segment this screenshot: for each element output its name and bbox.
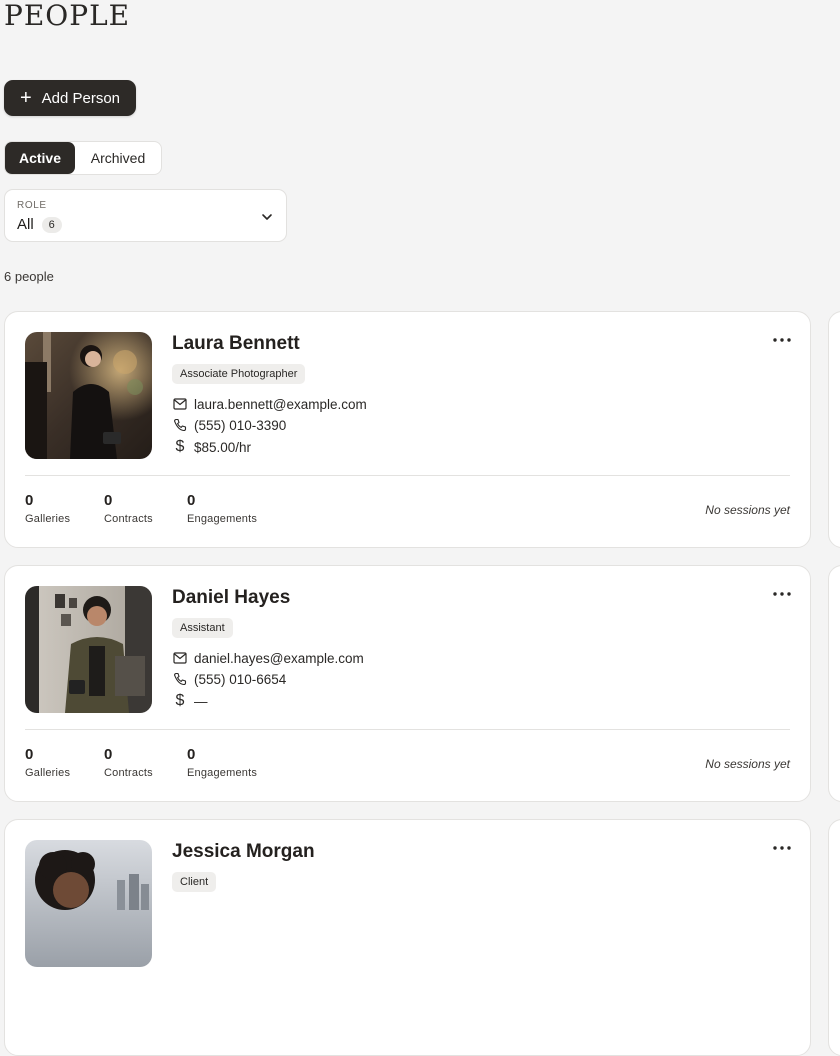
email-row: laura.bennett@example.com: [172, 396, 367, 412]
person-name: Laura Bennett: [172, 333, 300, 354]
mail-icon: [172, 650, 188, 666]
person-card-partial[interactable]: [828, 311, 840, 548]
avatar-photo: [25, 586, 152, 713]
stat-galleries: 0 Galleries: [25, 492, 70, 525]
more-options-icon[interactable]: [772, 584, 792, 604]
email-row: daniel.hayes@example.com: [172, 650, 364, 666]
stat-value: 0: [104, 492, 113, 509]
role-badge: Assistant: [172, 618, 233, 638]
rate-row: $ $85.00/hr: [172, 438, 252, 456]
add-person-label: Add Person: [41, 89, 121, 107]
stat-label: Engagements: [187, 767, 258, 779]
sessions-status: No sessions yet: [705, 757, 790, 771]
role-filter-label: ROLE: [17, 200, 47, 211]
phone-row: (555) 010-6654: [172, 671, 286, 687]
person-rate: —: [194, 693, 208, 709]
phone-icon: [172, 671, 188, 687]
add-person-button[interactable]: + Add Person: [4, 80, 136, 116]
phone-icon: [172, 417, 188, 433]
phone-row: (555) 010-3390: [172, 417, 286, 433]
avatar-photo: [25, 332, 152, 459]
person-card[interactable]: Daniel Hayes Assistant daniel.hayes@exam…: [4, 565, 811, 802]
stat-contracts: 0 Contracts: [104, 492, 153, 525]
person-email[interactable]: laura.bennett@example.com: [194, 397, 367, 412]
stat-value: 0: [25, 746, 34, 763]
person-rate: $85.00/hr: [194, 439, 252, 455]
person-name: Jessica Morgan: [172, 841, 315, 862]
stat-value: 0: [25, 492, 34, 509]
stat-engagements: 0 Engagements: [187, 492, 257, 525]
person-email[interactable]: daniel.hayes@example.com: [194, 651, 364, 666]
role-filter-value-row: All 6: [17, 216, 62, 233]
person-phone[interactable]: (555) 010-3390: [194, 418, 286, 433]
tab-archived[interactable]: Archived: [75, 142, 161, 174]
stat-label: Galleries: [25, 767, 71, 779]
stat-label: Galleries: [25, 513, 71, 525]
stat-value: 0: [104, 746, 113, 763]
role-filter-dropdown[interactable]: ROLE All 6: [4, 189, 287, 242]
stat-value: 0: [187, 492, 196, 509]
person-phone[interactable]: (555) 010-6654: [194, 672, 286, 687]
status-tabs: Active Archived: [4, 141, 162, 175]
card-divider: [25, 729, 790, 730]
role-count-badge: 6: [41, 216, 62, 233]
chevron-down-icon: [262, 214, 272, 220]
rate-row: $ —: [172, 692, 208, 710]
avatar-photo: [25, 840, 152, 967]
stat-label: Contracts: [104, 513, 153, 525]
more-options-icon[interactable]: [772, 838, 792, 858]
role-filter-value: All: [17, 216, 34, 233]
stat-galleries: 0 Galleries: [25, 746, 70, 779]
stat-value: 0: [187, 746, 196, 763]
person-card-partial[interactable]: [828, 819, 840, 1056]
dollar-icon: $: [175, 692, 185, 709]
stat-engagements: 0 Engagements: [187, 746, 257, 779]
person-card[interactable]: Laura Bennett Associate Photographer lau…: [4, 311, 811, 548]
people-count: 6 people: [4, 269, 54, 284]
person-card[interactable]: Jessica Morgan Client: [4, 819, 811, 1056]
role-badge: Client: [172, 872, 217, 892]
stat-label: Contracts: [104, 767, 153, 779]
person-name: Daniel Hayes: [172, 587, 291, 608]
dollar-icon: $: [175, 438, 185, 455]
sessions-status: No sessions yet: [705, 503, 790, 517]
stat-label: Engagements: [187, 513, 258, 525]
card-divider: [25, 475, 790, 476]
page-title: PEOPLE: [4, 0, 131, 32]
plus-icon: +: [19, 87, 32, 109]
more-options-icon[interactable]: [772, 330, 792, 350]
mail-icon: [172, 396, 188, 412]
tab-active[interactable]: Active: [5, 142, 75, 174]
person-card-partial[interactable]: [828, 565, 840, 802]
stat-contracts: 0 Contracts: [104, 746, 153, 779]
role-badge: Associate Photographer: [172, 364, 306, 384]
